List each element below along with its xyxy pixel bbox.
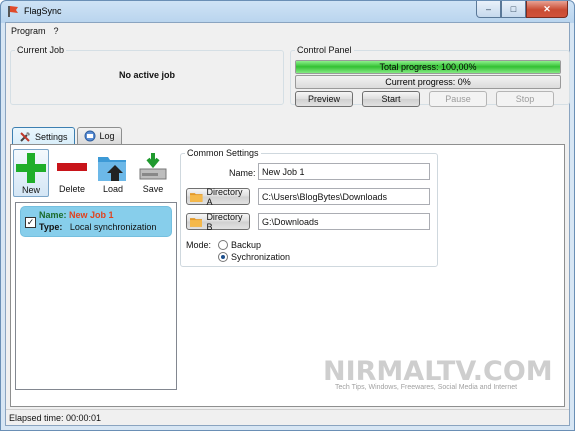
- job-name-key: Name:: [39, 210, 67, 220]
- folder-upload-icon: [98, 157, 126, 181]
- job-checkbox[interactable]: ✓: [25, 217, 36, 228]
- save-button[interactable]: Save: [135, 149, 171, 197]
- mode-backup-label: Backup: [231, 240, 262, 250]
- job-name: New Job 1: [69, 210, 114, 220]
- menu-help[interactable]: ?: [50, 26, 63, 36]
- total-progress-label: Total progress: 100,00%: [379, 62, 477, 72]
- tab-log-label: Log: [99, 131, 115, 141]
- load-label: Load: [102, 184, 124, 194]
- minus-icon: [57, 163, 87, 171]
- directory-b-field[interactable]: G:\Downloads: [258, 213, 430, 230]
- minimize-icon: ‒: [485, 4, 491, 14]
- directory-b-button[interactable]: Directory B: [186, 211, 250, 232]
- window-title: FlagSync: [24, 6, 62, 16]
- close-button[interactable]: ✕: [526, 1, 568, 18]
- status-bar: Elapsed time: 00:00:01: [6, 409, 569, 425]
- directory-a-field[interactable]: C:\Users\BlogBytes\Downloads: [258, 188, 430, 205]
- save-label: Save: [142, 184, 164, 194]
- current-progress-label: Current progress: 0%: [385, 77, 471, 87]
- minimize-button[interactable]: ‒: [476, 1, 501, 18]
- maximize-button[interactable]: □: [501, 1, 526, 18]
- tab-settings[interactable]: Settings: [12, 127, 75, 145]
- current-job-status: No active job: [118, 70, 175, 80]
- job-type: Local synchronization: [69, 222, 157, 232]
- new-button[interactable]: New: [13, 149, 49, 197]
- directory-a-button[interactable]: Directory A: [186, 186, 250, 207]
- mode-label: Mode:: [186, 240, 212, 250]
- folder-icon: [190, 192, 203, 202]
- tab-settings-label: Settings: [35, 131, 68, 142]
- pause-button[interactable]: Pause: [429, 91, 487, 107]
- common-settings-group: Common Settings Name: New Job 1 Director…: [180, 148, 438, 267]
- tab-strip: Settings Log: [12, 127, 124, 145]
- current-job-title: Current Job: [15, 45, 67, 55]
- delete-button[interactable]: Delete: [54, 149, 90, 197]
- list-item[interactable]: ✓ Name: New Job 1 Type: Local synchroniz…: [20, 206, 172, 237]
- delete-label: Delete: [58, 184, 85, 194]
- load-button[interactable]: Load: [95, 149, 131, 197]
- control-panel-group: Control Panel Total progress: 100,00% Cu…: [290, 45, 570, 107]
- app-icon: [8, 6, 18, 17]
- job-name-row: Name: New Job 1: [39, 210, 114, 220]
- app-window: FlagSync ‒ □ ✕ Program ? Current Job No …: [0, 0, 575, 431]
- title-bar[interactable]: FlagSync ‒ □ ✕: [1, 1, 574, 22]
- tab-log[interactable]: Log: [76, 127, 122, 144]
- name-field[interactable]: New Job 1: [258, 163, 430, 180]
- job-type-key: Type:: [39, 222, 63, 232]
- common-settings-title: Common Settings: [185, 148, 261, 158]
- watermark: NIRMALTV.COM Tech Tips, Windows, Freewar…: [323, 356, 563, 391]
- menu-bar: Program ?: [6, 23, 569, 38]
- folder-icon: [190, 217, 203, 227]
- menu-program[interactable]: Program: [6, 26, 50, 36]
- job-list[interactable]: ✓ Name: New Job 1 Type: Local synchroniz…: [15, 202, 177, 390]
- start-button[interactable]: Start: [362, 91, 420, 107]
- current-job-group: Current Job No active job: [10, 45, 284, 105]
- directory-a-label: Directory A: [206, 186, 243, 207]
- close-icon: ✕: [543, 3, 551, 14]
- maximize-icon: □: [510, 4, 517, 14]
- control-panel-title: Control Panel: [295, 45, 354, 55]
- job-toolbar: New Delete Load Save: [13, 147, 175, 199]
- elapsed-time: Elapsed time: 00:00:01: [9, 412, 102, 423]
- plus-icon: [16, 153, 46, 183]
- preview-button[interactable]: Preview: [295, 91, 353, 107]
- name-label: Name:: [229, 168, 256, 178]
- current-progress-bar: Current progress: 0%: [295, 75, 561, 89]
- disk-save-icon: [139, 153, 167, 180]
- main-content: Current Job No active job Control Panel …: [6, 38, 570, 410]
- watermark-title: NIRMALTV.COM: [323, 356, 553, 387]
- mode-sync-radio[interactable]: Sychronization: [218, 252, 290, 262]
- radio-icon: [218, 240, 228, 250]
- stop-button[interactable]: Stop: [496, 91, 554, 107]
- mode-sync-label: Sychronization: [231, 252, 291, 262]
- log-icon: [84, 130, 96, 142]
- directory-b-label: Directory B: [206, 211, 243, 232]
- new-label: New: [21, 185, 40, 195]
- radio-selected-icon: [218, 252, 228, 262]
- tools-icon: [20, 131, 30, 142]
- job-type-row: Type: Local synchronization: [39, 222, 156, 232]
- mode-backup-radio[interactable]: Backup: [218, 240, 261, 250]
- total-progress-bar: Total progress: 100,00%: [295, 60, 561, 74]
